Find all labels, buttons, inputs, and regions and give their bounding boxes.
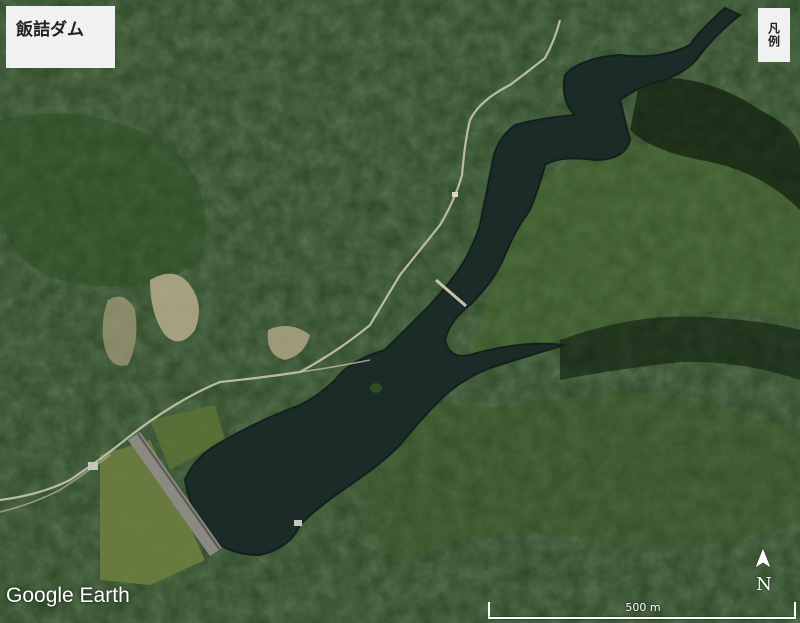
satellite-imagery <box>0 0 800 623</box>
north-arrow-icon <box>754 547 772 569</box>
island <box>370 383 382 393</box>
scale-bar: 500 m <box>488 598 796 620</box>
bare-ground-west <box>102 296 137 366</box>
building <box>88 462 98 470</box>
north-label: N <box>756 574 772 595</box>
satellite-map[interactable]: 飯詰ダム 凡例 Google Earth N 500 m <box>0 0 800 623</box>
scale-line <box>488 617 796 619</box>
scale-label: 500 m <box>625 601 661 614</box>
building <box>452 192 458 197</box>
building <box>294 520 302 526</box>
google-earth-attribution: Google Earth <box>6 584 130 607</box>
north-arrow: N <box>750 546 776 598</box>
map-title: 飯詰ダム <box>6 6 115 68</box>
legend-button[interactable]: 凡例 <box>758 8 790 62</box>
